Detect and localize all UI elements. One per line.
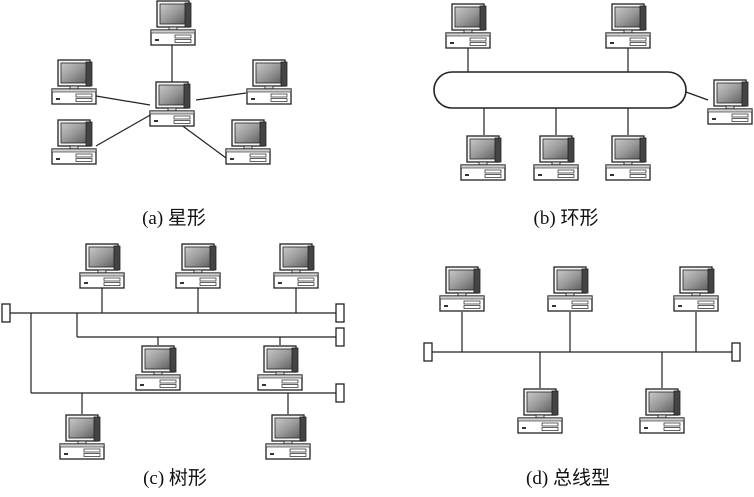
bus-computer-top-3 <box>673 266 719 312</box>
caption-bus: (d) 总线型 <box>526 468 610 489</box>
bus-computer-top-2 <box>547 266 593 312</box>
ring-computer-right <box>707 79 753 125</box>
star-computer-top <box>150 0 196 46</box>
bus-topology <box>423 266 741 434</box>
tree-computer-top-3 <box>273 243 319 289</box>
star-computer-bottom-right <box>225 119 271 165</box>
star-link <box>179 123 227 159</box>
tree-computer-top-2 <box>175 243 221 289</box>
ring-computer-bottom-1 <box>460 135 506 181</box>
bus-computer-bottom-2 <box>639 388 685 434</box>
tree-topology <box>1 243 345 460</box>
bus-terminator-icon <box>335 303 345 323</box>
star-computer-right <box>246 59 292 105</box>
bus-terminator-icon <box>423 342 433 362</box>
network-topology-figure: (a) 星形 (b) 环形 (c) 树形 (d) 总线型 <box>0 0 754 492</box>
caption-star: (a) 星形 <box>142 208 206 229</box>
star-computer-bottom-left <box>51 119 97 165</box>
caption-tree: (c) 树形 <box>143 468 207 489</box>
star-link <box>195 92 247 101</box>
ring-topology <box>433 3 753 181</box>
bus-computer-bottom-1 <box>517 388 563 434</box>
ring-link <box>685 91 709 101</box>
ring-computer-bottom-3 <box>605 135 651 181</box>
tree-computer-mid-2 <box>257 345 303 391</box>
star-link <box>95 95 151 106</box>
bus-terminator-icon <box>335 383 345 403</box>
star-link <box>95 113 153 147</box>
tree-computer-top-1 <box>79 243 125 289</box>
star-computer-left <box>51 59 97 105</box>
tree-computer-bottom-1 <box>59 414 105 460</box>
tree-computer-bottom-2 <box>265 414 311 460</box>
star-hub-computer <box>149 81 195 127</box>
bus-terminator-icon <box>731 342 741 362</box>
ring-computer-bottom-2 <box>533 135 579 181</box>
ring-backbone <box>433 71 687 109</box>
ring-computer-top-right <box>605 3 651 49</box>
bus-computer-top-1 <box>439 266 485 312</box>
caption-ring: (b) 环形 <box>533 208 599 229</box>
bus-terminator-icon <box>335 327 345 347</box>
topology-diagrams <box>1 0 753 460</box>
tree-computer-mid-1 <box>135 345 181 391</box>
star-topology <box>51 0 292 165</box>
bus-terminator-icon <box>1 303 11 323</box>
ring-computer-top-left <box>445 3 491 49</box>
